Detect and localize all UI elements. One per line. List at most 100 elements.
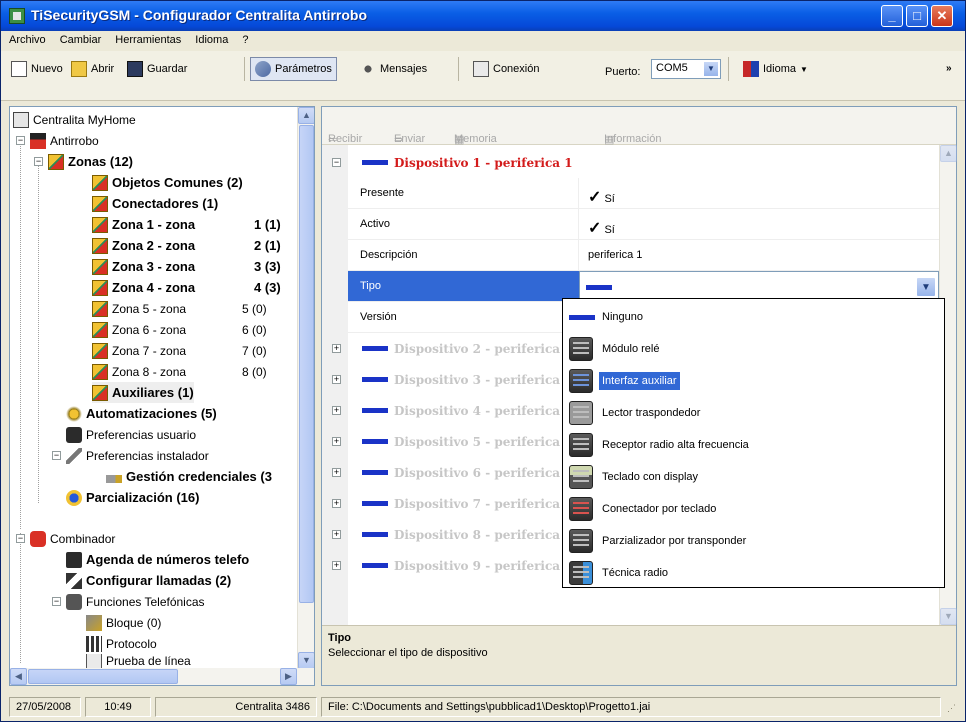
parametros-button[interactable]: Parámetros [250,57,337,81]
tree-item-root[interactable]: Centralita MyHome [13,109,136,130]
device-line-icon [362,346,388,351]
conexion-button[interactable]: Conexión [469,57,543,81]
tree-item-zona-7[interactable]: Zona 7 - zona 7 (0) [92,340,312,361]
collapse-toggle[interactable]: − [16,534,25,543]
option-conectador-teclado[interactable]: Conectador por teclado [563,493,944,524]
collapse-toggle[interactable]: − [34,157,43,166]
tree-item-funciones[interactable]: Funciones Telefónicas [66,591,205,612]
menu-idioma[interactable]: Idioma [187,31,234,46]
mensajes-button[interactable]: Mensajes [356,57,431,81]
option-receptor-radio[interactable]: Receptor radio alta frecuencia [563,429,944,460]
tree-item-combinador[interactable]: Combinador [30,528,115,549]
tree-item-bloque[interactable]: Bloque (0) [86,612,161,633]
chevron-down-icon[interactable]: ▼ [916,277,936,297]
tree-item-protocolo[interactable]: Protocolo [86,633,157,654]
property-row-descripcion[interactable]: Descripción periferica 1 [348,240,939,271]
title-bar[interactable]: TiSecurityGSM - Configurador Centralita … [1,1,965,31]
tree-item-zonas[interactable]: Zonas (12) [48,151,133,172]
property-row-activo[interactable]: Activo ✓ Sí [348,209,939,240]
device-line-icon [362,377,388,382]
expand-toggle[interactable]: + [332,437,341,446]
informacion-label: Información [604,133,662,145]
nuevo-button[interactable]: Nuevo [7,57,67,81]
collapse-toggle[interactable]: − [16,136,25,145]
device-title: Dispositivo 2 - periferica [394,342,561,356]
expand-toggle[interactable]: + [332,530,341,539]
expand-toggle[interactable]: + [332,561,341,570]
scroll-down-icon[interactable]: ▼ [298,652,314,669]
keypad-connector-icon [569,496,593,521]
menu-help[interactable]: ? [234,31,254,46]
option-label: Lector traspondedor [602,406,701,419]
resize-grip-icon[interactable]: ⋰ [947,703,956,714]
option-tecnica-radio[interactable]: Técnica radio [563,557,944,588]
tree-item-pref-instalador[interactable]: Preferencias instalador [66,445,209,466]
device-line-icon [362,470,388,475]
property-key: Tipo [360,280,381,292]
save-disk-icon [127,61,143,77]
menu-archivo[interactable]: Archivo [1,31,52,46]
minimize-button[interactable]: _ [881,5,903,27]
tree-item-zona-2[interactable]: Zona 2 - zona 2 (1) [92,235,312,256]
expand-toggle[interactable]: + [332,406,341,415]
scroll-thumb[interactable] [28,669,178,684]
tree-item-configurar-llamadas[interactable]: Configurar llamadas (2) [66,570,231,591]
tree-vertical-scrollbar[interactable]: ▲ ▼ [297,107,314,669]
expand-toggle[interactable]: + [332,375,341,384]
maximize-button[interactable]: □ [906,5,928,27]
tree-item-zona-4[interactable]: Zona 4 - zona 4 (3) [92,277,312,298]
tree-item-prueba[interactable]: Prueba de línea [86,654,191,668]
option-lector[interactable]: Lector traspondedor [563,397,944,428]
guardar-button[interactable]: Guardar [123,57,191,81]
toolbar-overflow-icon[interactable]: » [946,63,952,74]
scroll-left-icon[interactable]: ◀ [10,668,27,685]
close-button[interactable]: ✕ [931,5,953,27]
expand-toggle[interactable]: + [332,499,341,508]
property-key: Versión [360,311,397,323]
tree-item-agenda[interactable]: Agenda de números telefo [66,549,249,570]
tree-item-objetos[interactable]: Objetos Comunes (2) [92,172,243,193]
scroll-up-icon[interactable]: ▲ [940,145,957,162]
collapse-toggle[interactable]: − [332,158,341,167]
idioma-button[interactable]: Idioma ▼ [739,57,812,81]
menu-cambiar[interactable]: Cambiar [52,31,108,46]
device-1-header[interactable]: − Dispositivo 1 - periferica 1 [322,147,939,178]
tree-item-zona-8[interactable]: Zona 8 - zona 8 (0) [92,361,312,382]
menu-herramientas[interactable]: Herramientas [107,31,187,46]
option-label: Conectador por teclado [602,502,717,515]
option-interfaz-auxiliar[interactable]: Interfaz auxiliar [563,365,944,396]
collapse-toggle[interactable]: − [52,597,61,606]
tree-item-zona-5[interactable]: Zona 5 - zona 5 (0) [92,298,312,319]
tree-item-zona-6[interactable]: Zona 6 - zona 6 (0) [92,319,312,340]
navigation-tree: Centralita MyHome − Antirrobo − Zonas (1… [9,106,315,686]
status-file: File: C:\Documents and Settings\pubblica… [321,697,941,717]
property-row-presente[interactable]: Presente ✓ Sí [348,178,939,209]
option-modulo-rele[interactable]: Módulo relé [563,333,944,364]
abrir-button[interactable]: Abrir [67,57,118,81]
option-teclado-display[interactable]: Teclado con display [563,461,944,492]
tree-item-gestion-credenciales[interactable]: Gestión credenciales (3 [106,466,272,487]
tree-item-automatizaciones[interactable]: Automatizaciones (5) [66,403,217,424]
tree-item-antirrobo[interactable]: Antirrobo [30,130,99,151]
expand-toggle[interactable]: + [332,344,341,353]
tree-item-pref-usuario[interactable]: Preferencias usuario [66,424,196,445]
app-icon [9,8,25,24]
tree-item-auxiliares[interactable]: Auxiliares (1) [92,382,194,403]
scroll-down-icon[interactable]: ▼ [940,608,957,625]
tree-item-conectadores[interactable]: Conectadores (1) [92,193,218,214]
wrench-icon [66,447,82,464]
scroll-thumb[interactable] [299,125,314,603]
scroll-right-icon[interactable]: ▶ [280,668,297,685]
expand-toggle[interactable]: + [332,468,341,477]
option-parzializador[interactable]: Parzializador por transponder [563,525,944,556]
tree-item-parcializacion[interactable]: Parcialización (16) [66,487,199,508]
puerto-select[interactable]: COM5 ▼ [651,59,721,79]
tree-item-zona-1[interactable]: Zona 1 - zona 1 (1) [92,214,312,235]
zone-count: 2 (1) [254,238,281,253]
scroll-up-icon[interactable]: ▲ [298,107,314,124]
tree-horizontal-scrollbar[interactable]: ◀ ▶ [10,668,314,685]
option-ninguno[interactable]: Ninguno [563,301,944,332]
collapse-toggle[interactable]: − [52,451,61,460]
chevron-down-icon[interactable]: ▼ [703,61,719,77]
tree-item-zona-3[interactable]: Zona 3 - zona 3 (3) [92,256,312,277]
